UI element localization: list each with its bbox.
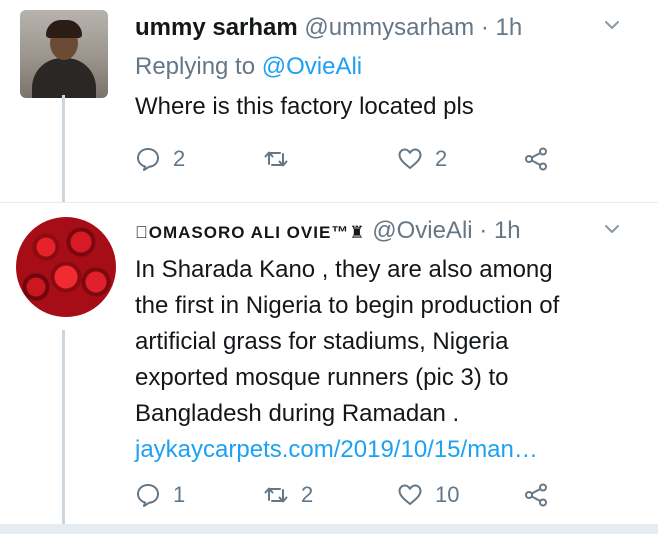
- reply-icon: [137, 484, 159, 507]
- thread-line: [62, 330, 65, 524]
- like-count: 10: [435, 482, 460, 507]
- timestamp[interactable]: · 1h: [479, 217, 520, 244]
- tweet-actions: 1 2 10: [135, 480, 575, 510]
- share-button[interactable]: [523, 480, 561, 510]
- tweet-link[interactable]: jaykaycarpets.com/2019/10/15/man…: [135, 432, 635, 468]
- handle[interactable]: @OvieAli: [372, 217, 472, 244]
- tweet-text-line: In Sharada Kano , they are also among: [135, 256, 553, 283]
- retweet-count: 2: [301, 482, 314, 507]
- bottom-divider: [0, 524, 658, 534]
- share-icon: [525, 483, 547, 507]
- tweet-header:  OMASORO ALI OVIE™♜ @OvieAli · 1h: [135, 216, 521, 248]
- tweet-text-line: Bangladesh during Ramadan .: [135, 400, 460, 427]
- reply-button[interactable]: 1: [135, 480, 185, 510]
- display-name[interactable]:  OMASORO ALI OVIE™♜: [135, 223, 366, 242]
- tweet-text-line: the first in Nigeria to begin production…: [135, 292, 560, 319]
- tweet-text: In Sharada Kano , they are also among th…: [135, 252, 635, 468]
- like-button[interactable]: 10: [397, 480, 459, 510]
- tweet-text-line: artificial grass for stadiums, Nigeria: [135, 328, 509, 355]
- avatar[interactable]: [16, 217, 116, 317]
- tweet-ovie-ali[interactable]:  OMASORO ALI OVIE™♜ @OvieAli · 1h In Sha…: [0, 0, 658, 534]
- tweet-text-line: exported mosque runners (pic 3) to: [135, 364, 509, 391]
- heart-icon: [398, 484, 422, 505]
- retweet-icon: [264, 487, 288, 503]
- retweet-button[interactable]: 2: [263, 480, 313, 510]
- chevron-down-icon[interactable]: [603, 220, 621, 238]
- reply-count: 1: [173, 482, 186, 507]
